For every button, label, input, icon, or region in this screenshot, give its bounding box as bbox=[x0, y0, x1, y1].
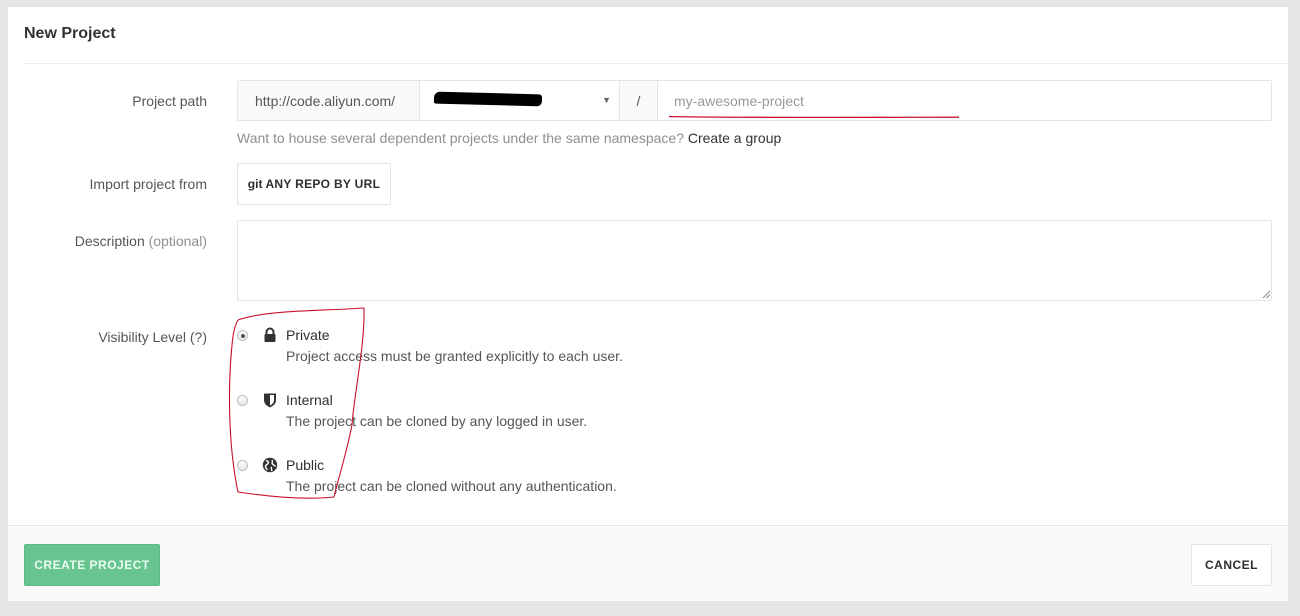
visibility-radio-internal[interactable] bbox=[237, 395, 248, 406]
import-repo-url-button[interactable]: git ANY REPO BY URL bbox=[237, 163, 391, 205]
create-project-button[interactable]: CREATE PROJECT bbox=[24, 544, 160, 586]
visibility-radio-private[interactable] bbox=[237, 330, 248, 341]
cancel-button[interactable]: CANCEL bbox=[1191, 544, 1272, 586]
visibility-title-internal: Internal bbox=[286, 392, 333, 408]
import-button-label: ANY REPO BY URL bbox=[265, 177, 381, 191]
path-help-text: Want to house several dependent projects… bbox=[237, 130, 781, 146]
visibility-radio-public[interactable] bbox=[237, 460, 248, 471]
shield-icon bbox=[264, 393, 276, 408]
visibility-title-private: Private bbox=[286, 327, 330, 343]
path-prefix: http://code.aliyun.com/ bbox=[238, 81, 420, 120]
globe-icon bbox=[262, 457, 278, 473]
project-path-label: Project path bbox=[132, 93, 207, 109]
red-annotation-underline bbox=[669, 115, 959, 119]
page-title: New Project bbox=[24, 25, 116, 42]
namespace-select[interactable]: ▼ bbox=[420, 81, 620, 120]
create-group-link[interactable]: Create a group bbox=[688, 130, 781, 146]
path-separator: / bbox=[620, 81, 658, 120]
description-label-text: Description bbox=[74, 233, 145, 249]
description-textarea[interactable] bbox=[237, 220, 1272, 301]
visibility-desc-private: Project access must be granted explicitl… bbox=[286, 348, 623, 364]
description-label: Description (optional) bbox=[8, 233, 207, 249]
resize-grip-icon[interactable] bbox=[1261, 289, 1271, 299]
visibility-title-public: Public bbox=[286, 457, 325, 473]
git-icon: git bbox=[247, 177, 263, 191]
visibility-desc-public: The project can be cloned without any au… bbox=[286, 478, 617, 494]
caret-down-icon: ▼ bbox=[602, 95, 611, 105]
title-divider bbox=[24, 63, 1288, 64]
form-footer: CREATE PROJECT CANCEL bbox=[8, 525, 1288, 601]
optional-hint: (optional) bbox=[148, 233, 207, 249]
lock-icon bbox=[264, 327, 276, 342]
redacted-namespace bbox=[433, 91, 543, 107]
visibility-desc-internal: The project can be cloned by any logged … bbox=[286, 413, 588, 429]
help-text-content: Want to house several dependent projects… bbox=[237, 130, 684, 146]
import-label: Import project from bbox=[89, 176, 207, 192]
visibility-label: Visibility Level (?) bbox=[98, 329, 207, 345]
